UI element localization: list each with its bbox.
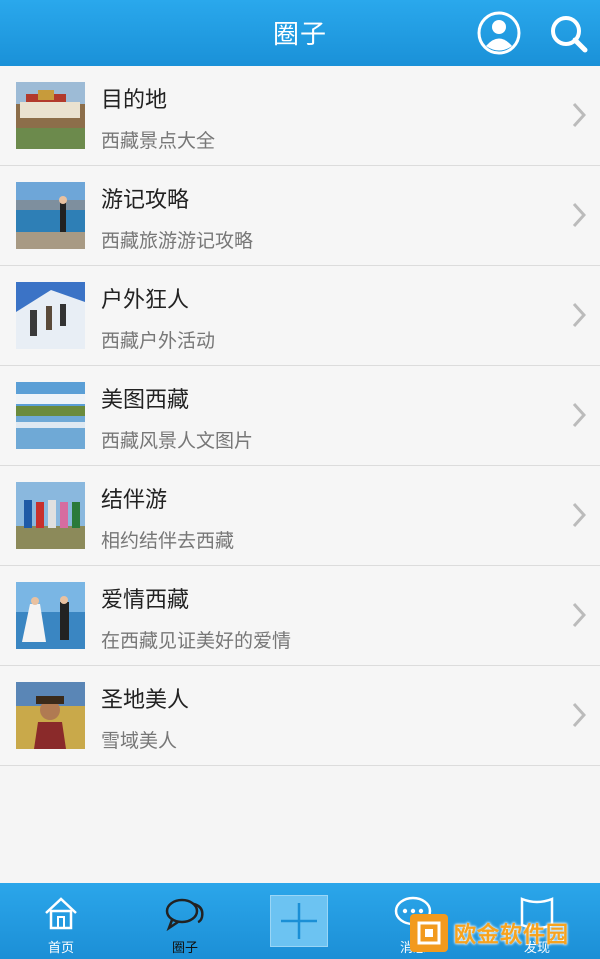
item-title: 游记攻略 xyxy=(101,188,190,213)
item-subtitle: 西藏景点大全 xyxy=(101,130,216,152)
item-subtitle: 西藏风景人文图片 xyxy=(101,430,254,452)
list-item-companion[interactable]: 结伴游 相约结伴去西藏 xyxy=(0,466,600,566)
watermark: 欧金软件园 xyxy=(410,910,594,956)
lake-traveler-photo xyxy=(16,182,85,249)
group-travelers-photo xyxy=(16,482,85,549)
chevron-right-icon xyxy=(572,302,586,328)
watermark-text: 欧金软件园 xyxy=(454,923,570,948)
list-item-outdoor[interactable]: 户外狂人 西藏户外活动 xyxy=(0,266,600,366)
home-icon xyxy=(45,897,77,930)
list-item-love[interactable]: 爱情西藏 在西藏见证美好的爱情 xyxy=(0,566,600,666)
chevron-right-icon xyxy=(572,602,586,628)
header-bar: 圈子 xyxy=(0,0,600,66)
item-subtitle: 在西藏见证美好的爱情 xyxy=(101,630,292,652)
user-profile-icon xyxy=(477,11,521,55)
list-item-travel-notes[interactable]: 游记攻略 西藏旅游游记攻略 xyxy=(0,166,600,266)
item-title: 目的地 xyxy=(101,88,168,113)
circle-list: 目的地 西藏景点大全 游记攻略 西藏旅游游记攻略 户外狂人 西藏户外活动 美图西… xyxy=(0,66,600,766)
tab-circle[interactable]: 圈子 xyxy=(140,883,230,959)
chevron-right-icon xyxy=(572,502,586,528)
tab-label: 首页 xyxy=(47,941,74,956)
chat-bubbles-icon xyxy=(165,898,204,931)
watermark-logo-icon xyxy=(410,914,448,952)
item-subtitle: 雪域美人 xyxy=(101,730,178,752)
item-subtitle: 西藏旅游游记攻略 xyxy=(101,230,254,252)
chevron-right-icon xyxy=(572,702,586,728)
list-item-photos[interactable]: 美图西藏 西藏风景人文图片 xyxy=(0,366,600,466)
wedding-couple-photo xyxy=(16,582,85,649)
mountain-climbers-photo xyxy=(16,282,85,349)
chevron-right-icon xyxy=(572,402,586,428)
item-subtitle: 西藏户外活动 xyxy=(101,330,216,352)
item-title: 美图西藏 xyxy=(101,388,190,413)
tibetan-woman-photo xyxy=(16,682,85,749)
item-title: 圣地美人 xyxy=(101,688,190,713)
potala-palace-photo xyxy=(16,82,85,149)
item-title: 爱情西藏 xyxy=(101,588,190,613)
tab-label: 圈子 xyxy=(171,941,198,956)
add-button[interactable] xyxy=(270,895,328,947)
chevron-right-icon xyxy=(572,102,586,128)
list-item-destination[interactable]: 目的地 西藏景点大全 xyxy=(0,66,600,166)
item-subtitle: 相约结伴去西藏 xyxy=(101,530,235,552)
list-item-beauty[interactable]: 圣地美人 雪域美人 xyxy=(0,666,600,766)
lake-reflection-photo xyxy=(16,382,85,449)
user-profile-button[interactable] xyxy=(477,11,521,55)
chevron-right-icon xyxy=(572,202,586,228)
item-title: 结伴游 xyxy=(101,488,168,513)
search-icon xyxy=(551,16,588,53)
tab-home[interactable]: 首页 xyxy=(16,883,106,959)
plus-icon xyxy=(281,903,317,939)
search-button[interactable] xyxy=(546,11,590,55)
item-title: 户外狂人 xyxy=(101,288,190,313)
